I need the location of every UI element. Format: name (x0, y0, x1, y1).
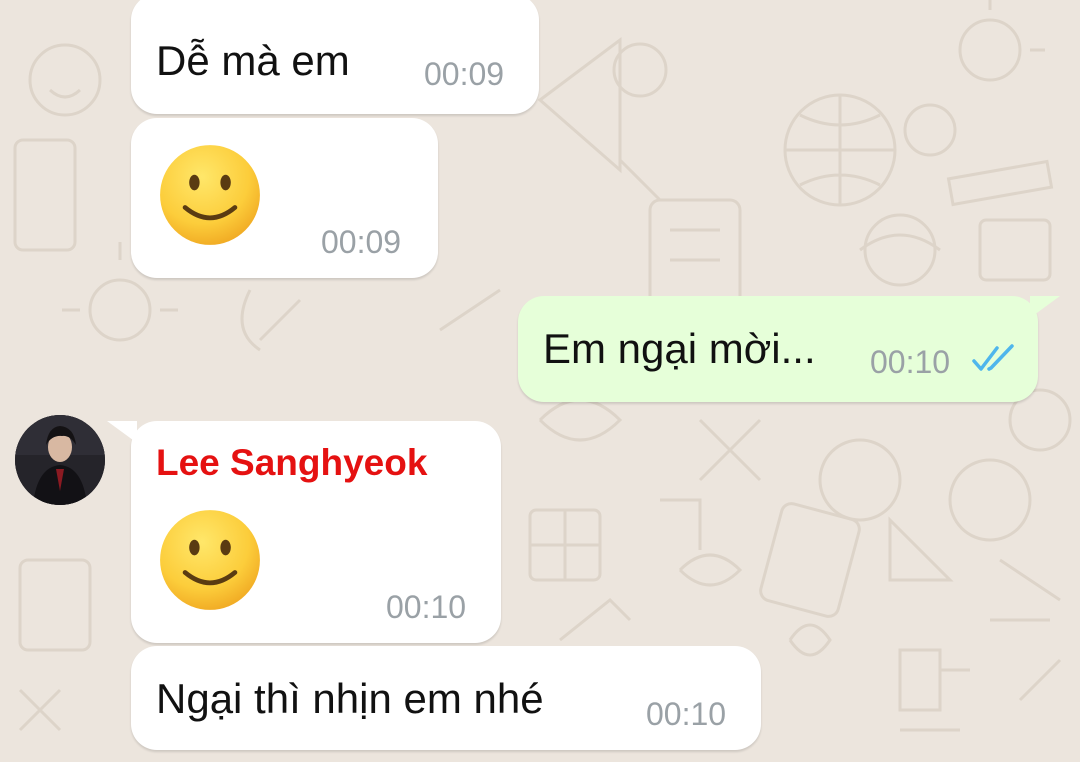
message-text: Dễ mà em (156, 37, 350, 84)
message-bubble-incoming[interactable]: 00:09 (131, 118, 438, 278)
message-text: Ngại thì nhịn em nhé (156, 675, 544, 722)
message-timestamp: 00:09 (321, 224, 402, 260)
message-bubble-incoming[interactable]: Lee Sanghyeok 00:10 (131, 421, 501, 643)
user-avatar[interactable] (15, 415, 105, 505)
sender-name[interactable]: Lee Sanghyeok (156, 444, 427, 481)
slightly-smiling-face-icon (160, 510, 260, 610)
message-bubble-incoming[interactable]: Ngại thì nhịn em nhé 00:10 (131, 646, 761, 750)
message-timestamp: 00:10 (870, 344, 951, 380)
slightly-smiling-face-icon (160, 145, 260, 245)
message-text: Em ngại mời... (543, 325, 816, 372)
message-bubble-incoming[interactable]: Dễ mà em 00:09 (131, 0, 539, 114)
message-bubble-outgoing[interactable]: Em ngại mời... 00:10 (518, 296, 1038, 402)
bubble-tail (107, 421, 137, 443)
message-timestamp: 00:09 (424, 56, 505, 92)
double-check-icon (972, 344, 1014, 371)
message-timestamp: 00:10 (646, 696, 727, 732)
message-timestamp: 00:10 (386, 589, 467, 625)
bubble-tail (1030, 296, 1060, 318)
